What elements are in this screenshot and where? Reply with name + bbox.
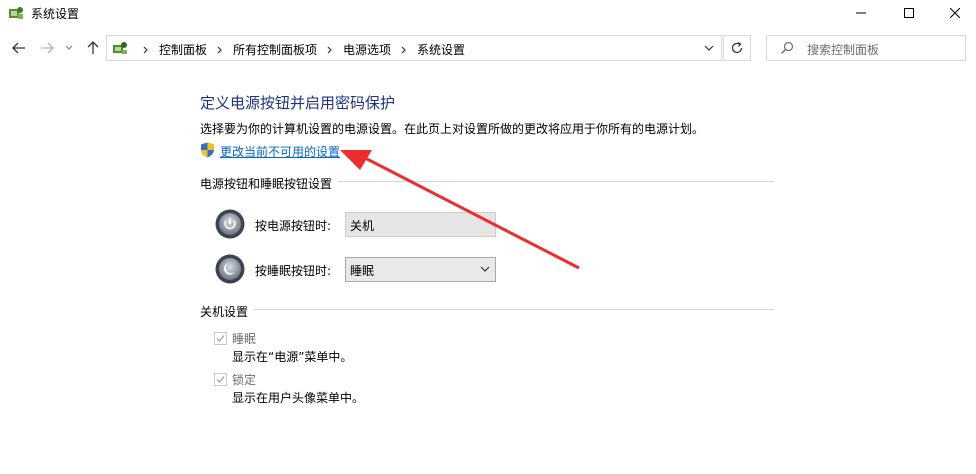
refresh-icon xyxy=(731,41,743,54)
lock-menu-label: 锁定 xyxy=(232,373,257,387)
close-button[interactable] xyxy=(932,0,976,26)
chevron-right-icon xyxy=(319,46,341,54)
crumb-all-items[interactable]: 所有控制面板项 xyxy=(231,41,319,58)
up-button[interactable] xyxy=(82,37,104,59)
sleep-button-action-select[interactable]: 睡眠 xyxy=(345,257,496,282)
maximize-icon xyxy=(904,8,914,18)
minimize-button[interactable] xyxy=(838,0,884,26)
page-title: 定义电源按钮并启用密码保护 xyxy=(200,94,396,112)
control-panel-icon xyxy=(113,42,127,54)
crumb-power-options[interactable]: 电源选项 xyxy=(341,41,393,58)
lock-menu-description: 显示在用户头像菜单中。 xyxy=(232,391,365,405)
section-divider xyxy=(200,309,774,310)
recent-locations-button[interactable] xyxy=(62,37,76,59)
back-arrow-icon xyxy=(12,42,25,54)
shield-icon xyxy=(201,142,214,158)
search-icon xyxy=(781,41,794,54)
minimize-icon xyxy=(856,12,866,14)
shutdown-section-heading: 关机设置 xyxy=(200,303,255,320)
close-icon xyxy=(950,8,960,18)
crumb-control-panel[interactable]: 控制面板 xyxy=(157,41,209,58)
search-placeholder: 搜索控制面板 xyxy=(807,43,880,57)
buttons-section-heading: 电源按钮和睡眠按钮设置 xyxy=(200,175,339,192)
chevron-right-icon xyxy=(393,46,415,54)
breadcrumb: 控制面板 所有控制面板项 电源选项 系统设置 xyxy=(135,41,467,58)
refresh-button[interactable] xyxy=(723,35,751,61)
sleep-menu-checkbox[interactable] xyxy=(214,332,227,345)
maximize-button[interactable] xyxy=(886,0,932,26)
chevron-down-icon xyxy=(704,45,714,51)
address-dropdown-button[interactable] xyxy=(697,36,721,60)
sleep-menu-description: 显示在“电源”菜单中。 xyxy=(232,350,353,364)
sleep-menu-label: 睡眠 xyxy=(232,332,257,346)
chevron-down-icon xyxy=(480,266,490,272)
app-icon xyxy=(9,7,23,19)
chevron-right-icon xyxy=(135,46,157,54)
forward-button[interactable] xyxy=(36,37,58,59)
crumb-system-settings[interactable]: 系统设置 xyxy=(415,41,467,58)
page-description: 选择要为你的计算机设置的电源设置。在此页上对设置所做的更改将应用于你所有的电源计… xyxy=(200,122,705,136)
sleep-icon xyxy=(215,254,245,284)
forward-arrow-icon xyxy=(41,42,54,54)
chevron-down-icon xyxy=(65,45,73,50)
sleep-button-action-value: 睡眠 xyxy=(350,264,375,278)
back-button[interactable] xyxy=(8,37,30,59)
title-bar: 系统设置 xyxy=(0,0,976,26)
checkmark-icon xyxy=(216,335,225,342)
power-button-action-value: 关机 xyxy=(350,219,375,233)
lock-menu-checkbox[interactable] xyxy=(214,373,227,386)
change-unavailable-settings-link[interactable]: 更改当前不可用的设置 xyxy=(220,143,340,160)
chevron-right-icon xyxy=(209,46,231,54)
checkmark-icon xyxy=(216,376,225,383)
power-button-action-select[interactable]: 关机 xyxy=(345,212,496,237)
address-bar[interactable]: 控制面板 所有控制面板项 电源选项 系统设置 xyxy=(106,35,722,61)
search-input[interactable]: 搜索控制面板 xyxy=(766,35,966,61)
up-arrow-icon xyxy=(87,41,99,54)
annotation-arrow xyxy=(340,150,580,270)
power-button-label: 按电源按钮时: xyxy=(255,219,332,233)
sleep-button-label: 按睡眠按钮时: xyxy=(255,264,332,278)
power-icon xyxy=(215,209,245,239)
window-title: 系统设置 xyxy=(31,7,80,21)
